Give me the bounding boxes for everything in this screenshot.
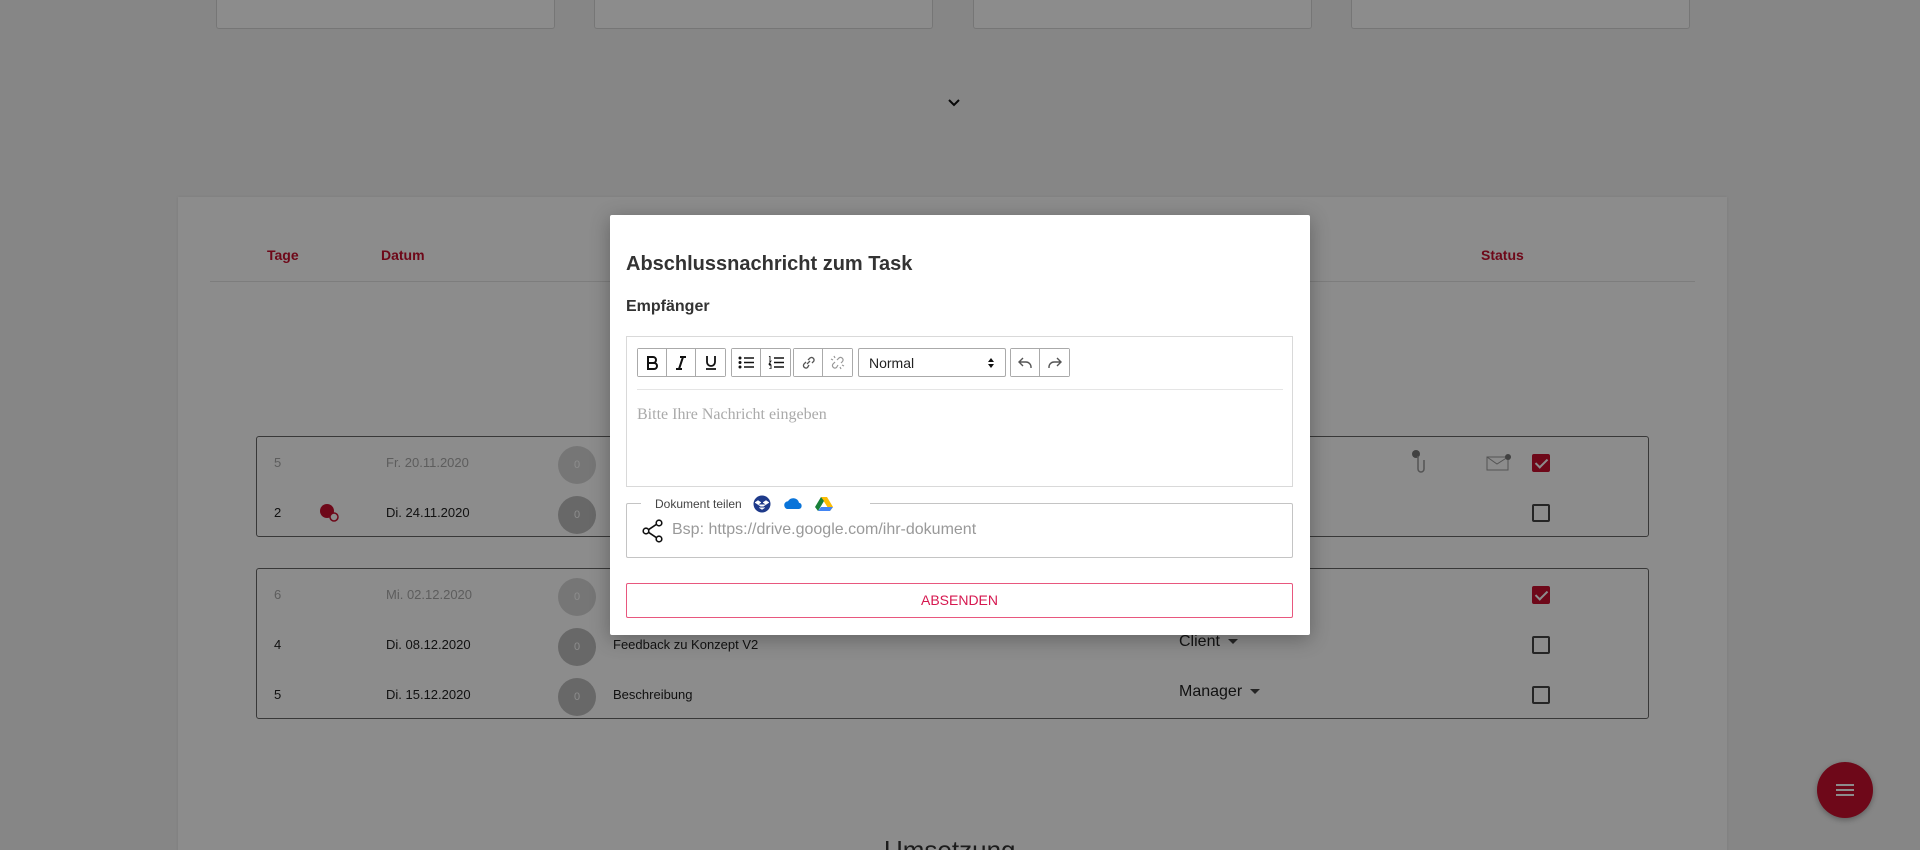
unlink-button[interactable] (823, 349, 852, 376)
dropbox-icon[interactable] (751, 495, 773, 513)
submit-button[interactable]: ABSENDEN (626, 583, 1293, 618)
editor-toolbar: Normal (637, 347, 1283, 390)
underline-button[interactable] (696, 349, 725, 376)
list-group (731, 348, 791, 377)
undo-button[interactable] (1011, 349, 1040, 376)
italic-button[interactable] (667, 349, 696, 376)
message-editor-input[interactable]: Bitte Ihre Nachricht eingeben (637, 406, 827, 424)
bold-icon (647, 355, 658, 370)
unlink-icon (830, 355, 845, 370)
google-drive-icon[interactable] (813, 495, 835, 513)
format-select[interactable]: Normal (858, 348, 1006, 377)
format-select-value: Normal (869, 355, 915, 371)
numbered-list-button[interactable] (761, 349, 790, 376)
completion-message-modal: Abschlussnachricht zum Task Empfänger No… (610, 215, 1310, 635)
document-share-label: Dokument teilen (655, 497, 742, 511)
bullet-list-button[interactable] (732, 349, 761, 376)
bullet-list-icon (738, 356, 754, 369)
undo-icon (1018, 357, 1032, 368)
share-icon (642, 519, 663, 543)
history-group (1010, 348, 1070, 377)
redo-button[interactable] (1040, 349, 1069, 376)
modal-title: Abschlussnachricht zum Task (626, 253, 913, 275)
link-group (793, 348, 853, 377)
link-button[interactable] (794, 349, 823, 376)
select-arrows-icon (988, 358, 994, 368)
document-url-input[interactable] (672, 518, 1272, 542)
italic-icon (676, 355, 686, 370)
rich-text-editor: Normal Bitte Ihre Nachricht eingeben (626, 336, 1293, 487)
bold-button[interactable] (638, 349, 667, 376)
numbered-list-icon (767, 356, 784, 369)
onedrive-icon[interactable] (782, 495, 804, 513)
document-share-legend: Dokument teilen (641, 495, 870, 513)
document-share-field: Dokument teilen (626, 495, 1293, 558)
link-icon (802, 356, 815, 369)
text-style-group (637, 348, 726, 377)
recipient-label: Empfänger (626, 298, 710, 315)
underline-icon (705, 356, 716, 370)
redo-icon (1047, 357, 1062, 368)
